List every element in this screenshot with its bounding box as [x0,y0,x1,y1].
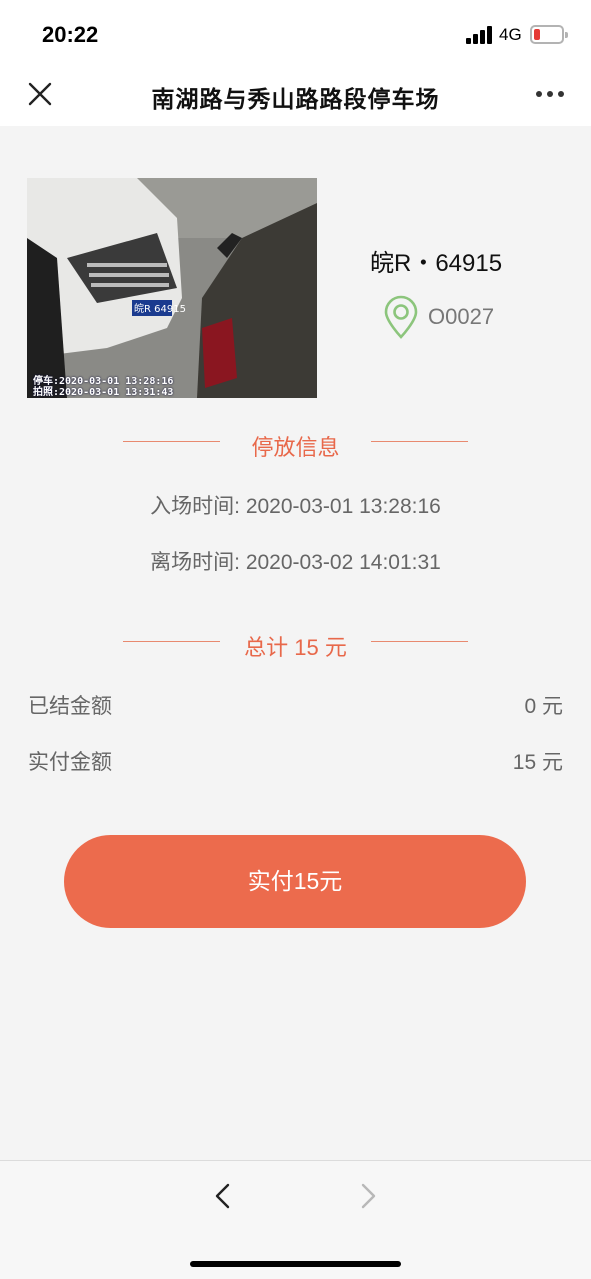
photo-stamp-park: 停车:2020-03-01 13:28:16 [33,376,174,387]
photo-stamp-shot: 拍照:2020-03-01 13:31:43 [33,387,174,398]
settled-amount-label: 已结金额 [28,695,112,718]
parking-info-title: 停放信息 [251,435,340,460]
network-type: 4G [499,25,522,44]
top-bar: 20:22 4G 南湖路与秀山路路段停车场 [0,0,591,126]
settled-amount-value: 0 元 [524,695,563,718]
parking-spot-number: O0027 [428,304,495,329]
battery-icon [530,25,568,44]
paid-amount-value: 15 元 [512,751,563,774]
total-title: 总计 15 元 [244,635,347,660]
pay-button[interactable]: 实付15元 [64,835,526,928]
back-chevron-icon[interactable] [208,1181,238,1211]
more-dots-icon[interactable] [536,91,566,99]
location-pin-icon [383,295,419,339]
forward-chevron-icon[interactable] [353,1181,383,1211]
exit-time: 离场时间: 2020-03-02 14:01:31 [150,551,441,574]
paid-amount-label: 实付金额 [28,751,112,774]
entry-time: 入场时间: 2020-03-01 13:28:16 [150,495,441,518]
home-indicator [190,1261,401,1267]
plate-number: 皖R・64915 [370,250,503,277]
photo-plate: 皖R 64915 [134,302,186,315]
divider-right [371,441,468,442]
bottom-toolbar [0,1160,591,1279]
photo-timestamp: 停车:2020-03-01 13:28:16 拍照:2020-03-01 13:… [33,376,173,398]
page-title: 南湖路与秀山路路段停车场 [151,86,440,112]
signal-icon [466,26,494,44]
status-time: 20:22 [42,22,99,47]
car-photo[interactable]: 皖R 64915 停车:2020-03-01 13:28:16 拍照:2020-… [27,178,317,398]
divider-right [371,641,468,642]
